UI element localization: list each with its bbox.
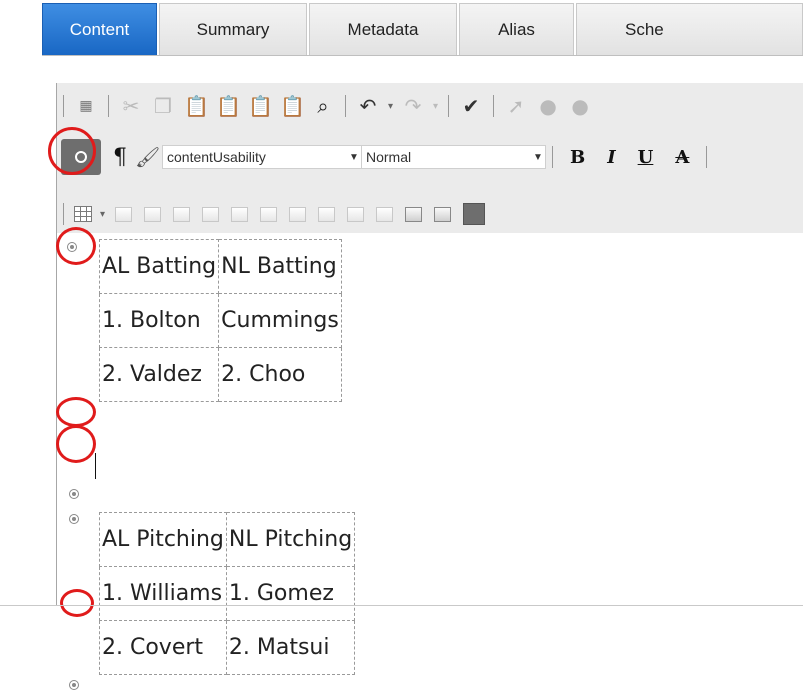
tab-alias[interactable]: Alias <box>459 3 574 55</box>
undo-icon[interactable]: ↶ <box>357 95 379 117</box>
insert-column-left-icon[interactable] <box>115 206 133 222</box>
show-table-borders-icon[interactable] <box>463 203 486 225</box>
redo-dropdown-icon[interactable]: ▾ <box>433 101 438 112</box>
annotation-circle <box>60 589 94 617</box>
paste-text-icon[interactable]: 📋 <box>216 95 241 117</box>
tab-summary[interactable]: Summary <box>159 3 307 55</box>
toolbar-separator <box>706 146 708 168</box>
table-cell[interactable]: NL Batting <box>218 239 342 294</box>
editor-bottom-border <box>0 605 803 606</box>
table-cell[interactable]: 1. Gomez <box>225 566 356 621</box>
anchor-marker-icon[interactable] <box>69 514 79 524</box>
link-manager-icon[interactable]: ● <box>537 95 559 117</box>
italic-button[interactable]: I <box>607 147 615 168</box>
redo-icon[interactable]: ↷ <box>402 95 424 117</box>
toolbar-row-1: ▦ ✂ ❐ 📋 📋 📋 📋 ⌕ ↶ ▾ ↷ ▾ ✔ ➚ ● ● <box>57 91 596 121</box>
rich-text-editor: ▦ ✂ ❐ 📋 📋 📋 📋 ⌕ ↶ ▾ ↷ ▾ ✔ ➚ ● ● ¶ 🖌 cont… <box>56 83 803 690</box>
css-class-select[interactable]: contentUsability ▼ <box>162 145 362 169</box>
toolbar-separator <box>448 95 450 117</box>
toolbar-separator <box>63 95 64 117</box>
delete-row-icon[interactable] <box>260 206 278 222</box>
find-icon[interactable]: ⌕ <box>312 95 334 117</box>
table-cell[interactable]: 2. Valdez <box>98 347 220 402</box>
table-row: AL Pitching NL Pitching <box>99 512 356 567</box>
toolbar-separator <box>493 95 495 117</box>
table-row: 1. Williams 1. Gomez <box>99 566 356 621</box>
table-properties-icon[interactable] <box>405 206 423 222</box>
table-row: 1. Bolton Cummings <box>98 293 342 348</box>
unlink-icon[interactable]: ● <box>569 95 591 117</box>
table-cell[interactable]: 2. Choo <box>218 347 342 402</box>
pitching-table[interactable]: AL Pitching NL Pitching 1. Williams 1. G… <box>99 512 356 675</box>
bold-button[interactable]: B <box>570 147 585 168</box>
toolbar-row-2: ¶ 🖌 contentUsability ▼ Normal ▼ B I U A <box>57 139 713 175</box>
underline-button[interactable]: U <box>638 147 654 168</box>
table-row: 2. Covert 2. Matsui <box>99 620 356 675</box>
format-brush-icon[interactable]: 🖌 <box>135 146 160 168</box>
cell-properties-icon[interactable] <box>376 206 394 222</box>
toolbar-separator <box>552 146 553 168</box>
tab-content[interactable]: Content <box>42 3 157 55</box>
strikethrough-button[interactable]: A <box>675 147 689 168</box>
copy-icon[interactable]: ❐ <box>152 95 174 117</box>
table-cell[interactable]: Cummings <box>218 293 342 348</box>
paste-html-icon[interactable]: 📋 <box>280 95 305 117</box>
anchor-marker-icon[interactable] <box>69 489 79 499</box>
annotation-circle <box>56 425 96 463</box>
editor-tabs: Content Summary Metadata Alias Sche <box>42 3 803 55</box>
paste-word-icon[interactable]: 📋 <box>248 95 273 117</box>
table-wizard-icon[interactable] <box>434 206 452 222</box>
merge-cells-icon[interactable] <box>318 206 336 222</box>
cut-icon[interactable]: ✂ <box>120 95 142 117</box>
tab-metadata[interactable]: Metadata <box>309 3 457 55</box>
table-row: AL Batting NL Batting <box>98 239 342 294</box>
delete-column-icon[interactable] <box>231 206 249 222</box>
insert-table-dropdown-icon[interactable]: ▾ <box>100 209 105 220</box>
toolbar-separator <box>63 203 64 225</box>
select-all-icon[interactable]: ▦ <box>75 95 97 117</box>
table-cell[interactable]: AL Pitching <box>99 512 227 567</box>
insert-row-above-icon[interactable] <box>173 206 191 222</box>
table-cell[interactable]: 1. Williams <box>99 566 227 621</box>
editor-content-area[interactable]: AL Batting NL Batting 1. Bolton Cummings… <box>57 233 803 690</box>
delete-cell-icon[interactable] <box>289 206 307 222</box>
hyperlink-icon[interactable]: ➚ <box>505 95 527 117</box>
toolbar-separator <box>345 95 346 117</box>
tab-schedule[interactable]: Sche <box>576 3 803 55</box>
toolbar-separator <box>108 95 109 117</box>
table-cell[interactable]: 2. Matsui <box>225 620 356 675</box>
chevron-down-icon: ▼ <box>349 151 359 163</box>
css-class-value: contentUsability <box>167 149 266 165</box>
annotation-circle <box>48 127 96 175</box>
anchor-marker-icon[interactable] <box>69 680 79 690</box>
toolbar-row-3: ▾ <box>57 199 491 229</box>
chevron-down-icon: ▼ <box>533 151 543 163</box>
annotation-circle <box>56 397 96 427</box>
table-row: 2. Valdez 2. Choo <box>98 347 342 402</box>
paragraph-format-value: Normal <box>366 149 412 165</box>
editor-toolbar: ▦ ✂ ❐ 📋 📋 📋 📋 ⌕ ↶ ▾ ↷ ▾ ✔ ➚ ● ● ¶ 🖌 cont… <box>57 83 803 233</box>
table-cell[interactable]: AL Batting <box>98 239 220 294</box>
insert-table-icon[interactable] <box>74 206 92 222</box>
table-cell[interactable]: NL Pitching <box>225 512 356 567</box>
paste-icon[interactable]: 📋 <box>184 95 209 117</box>
split-cell-icon[interactable] <box>347 206 365 222</box>
paragraph-format-select[interactable]: Normal ▼ <box>362 145 546 169</box>
table-cell[interactable]: 1. Bolton <box>98 293 220 348</box>
undo-dropdown-icon[interactable]: ▾ <box>388 101 393 112</box>
spellcheck-icon[interactable]: ✔ <box>460 95 482 117</box>
annotation-circle <box>56 227 96 265</box>
tabs-divider <box>42 55 803 56</box>
insert-column-right-icon[interactable] <box>144 206 162 222</box>
show-formatting-icon[interactable]: ¶ <box>113 145 127 170</box>
batting-table[interactable]: AL Batting NL Batting 1. Bolton Cummings… <box>98 239 342 402</box>
insert-row-below-icon[interactable] <box>202 206 220 222</box>
table-cell[interactable]: 2. Covert <box>99 620 227 675</box>
text-cursor <box>95 453 96 479</box>
